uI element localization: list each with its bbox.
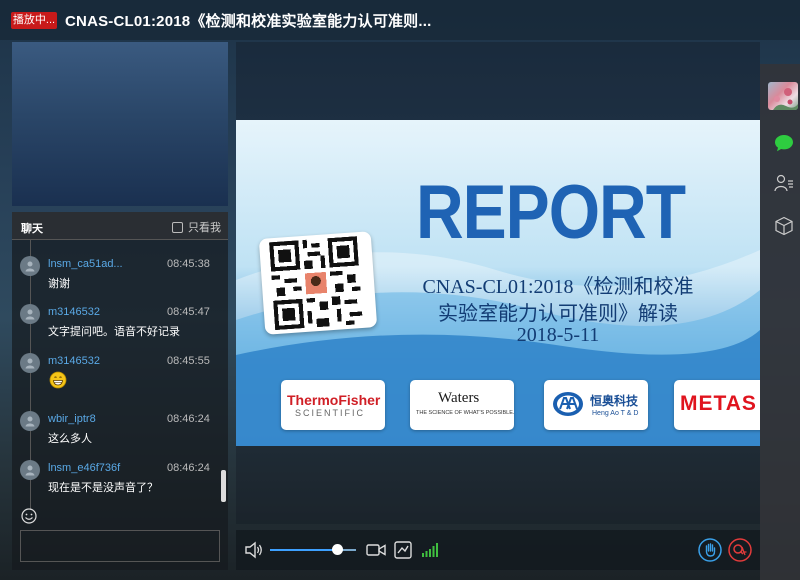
signal-strength-icon: [422, 543, 438, 557]
only-me-checkbox[interactable]: [172, 221, 183, 233]
metas-logo: METAS: [674, 380, 760, 430]
volume-slider-handle[interactable]: [331, 544, 343, 555]
page-title: CNAS-CL01:2018《检测和校准实验室能力认可准则...: [65, 13, 432, 30]
title-bar: 播放中... CNAS-CL01:2018《检测和校准实验室能力认可准则...: [0, 0, 800, 40]
chat-message-input[interactable]: [20, 530, 220, 562]
user-list-icon[interactable]: [774, 174, 794, 192]
user-avatar-icon: [20, 304, 40, 324]
chat-text: 文字提问吧。语音不好记录: [48, 326, 180, 338]
chat-text: 现在是不是没声音了？: [48, 482, 158, 494]
live-status-badge: 播放中...: [11, 12, 57, 29]
hengao-emblem-icon: [553, 392, 583, 416]
camera-preview: [12, 42, 228, 206]
qr-code: [258, 231, 378, 335]
hengao-logo: 恒奥科技 Heng Ao T & D: [544, 380, 648, 430]
waters-logo-text: Waters: [438, 390, 480, 406]
thermofisher-logo-subtext: SCIENTIFIC: [295, 408, 366, 418]
thermofisher-logo: ThermoFisher SCIENTIFIC: [281, 380, 385, 430]
right-sidebar: [760, 64, 800, 580]
user-avatar-icon: [20, 460, 40, 480]
chat-time: 08:45:47: [167, 306, 210, 318]
user-avatar-icon: [20, 353, 40, 373]
chat-time: 08:45:55: [167, 355, 210, 367]
chat-message: wbir_iptr8 08:46:24 这么多人: [12, 411, 218, 461]
raise-hand-icon[interactable]: [698, 538, 722, 562]
chat-time: 08:46:24: [167, 462, 210, 474]
chat-time: 08:46:24: [167, 413, 210, 425]
chat-scrollbar[interactable]: [221, 470, 226, 502]
chat-header: 聊天 只看我: [12, 212, 228, 240]
presentation-slide: REPORT CNAS-CL01:2018《检测和校准 实验室能力认可准则》解读…: [236, 120, 760, 446]
chat-username[interactable]: lnsm_e46f736f: [48, 462, 120, 474]
chat-panel: 聊天 只看我 lnsm_ca51ad... 08:45:38 谢谢 m31465…: [12, 212, 228, 570]
screen-share-icon[interactable]: [394, 541, 412, 559]
chat-message: lnsm_e46f736f 08:46:24 现在是不是没声音了？: [12, 460, 218, 510]
chat-message: m3146532 08:45:55: [12, 353, 218, 403]
user-avatar-icon: [20, 256, 40, 276]
emoji-picker-icon[interactable]: [21, 508, 37, 524]
chat-username[interactable]: wbir_iptr8: [48, 413, 96, 425]
slide-headline: REPORT: [416, 169, 686, 255]
metas-logo-text: METAS: [680, 392, 757, 415]
chat-username[interactable]: m3146532: [48, 306, 100, 318]
volume-slider-fill: [270, 549, 338, 551]
cube-icon[interactable]: [774, 216, 794, 236]
only-me-label: 只看我: [188, 222, 221, 234]
presenter-avatar[interactable]: [768, 82, 798, 110]
user-avatar-icon: [20, 411, 40, 431]
chat-message: lnsm_ca51ad... 08:45:38 谢谢: [12, 256, 218, 306]
chat-username[interactable]: lnsm_ca51ad...: [48, 258, 123, 270]
chat-time: 08:45:38: [167, 258, 210, 270]
chat-text: 谢谢: [48, 278, 70, 290]
waters-logo-subtext: THE SCIENCE OF WHAT'S POSSIBLE.: [416, 410, 515, 416]
flower-photo-icon: [773, 88, 798, 110]
only-me-toggle[interactable]: 只看我: [172, 219, 221, 235]
hengao-logo-text: 恒奥科技: [590, 394, 639, 408]
waters-logo: Waters THE SCIENCE OF WHAT'S POSSIBLE.: [410, 380, 514, 430]
chat-username[interactable]: m3146532: [48, 355, 100, 367]
camera-icon[interactable]: [366, 542, 386, 558]
qa-icon[interactable]: [728, 538, 752, 562]
volume-icon[interactable]: [244, 541, 264, 559]
chat-message: m3146532 08:45:47 文字提问吧。语音不好记录: [12, 304, 218, 354]
chat-bubble-icon[interactable]: [774, 134, 794, 152]
grinning-face-emoji-icon: [49, 371, 67, 389]
tab-chat[interactable]: 聊天: [21, 220, 43, 236]
hengao-logo-subtext: Heng Ao T & D: [592, 410, 639, 417]
chat-text: 这么多人: [48, 433, 92, 445]
thermofisher-logo-text: ThermoFisher: [287, 392, 381, 408]
player-control-bar: [236, 530, 760, 570]
